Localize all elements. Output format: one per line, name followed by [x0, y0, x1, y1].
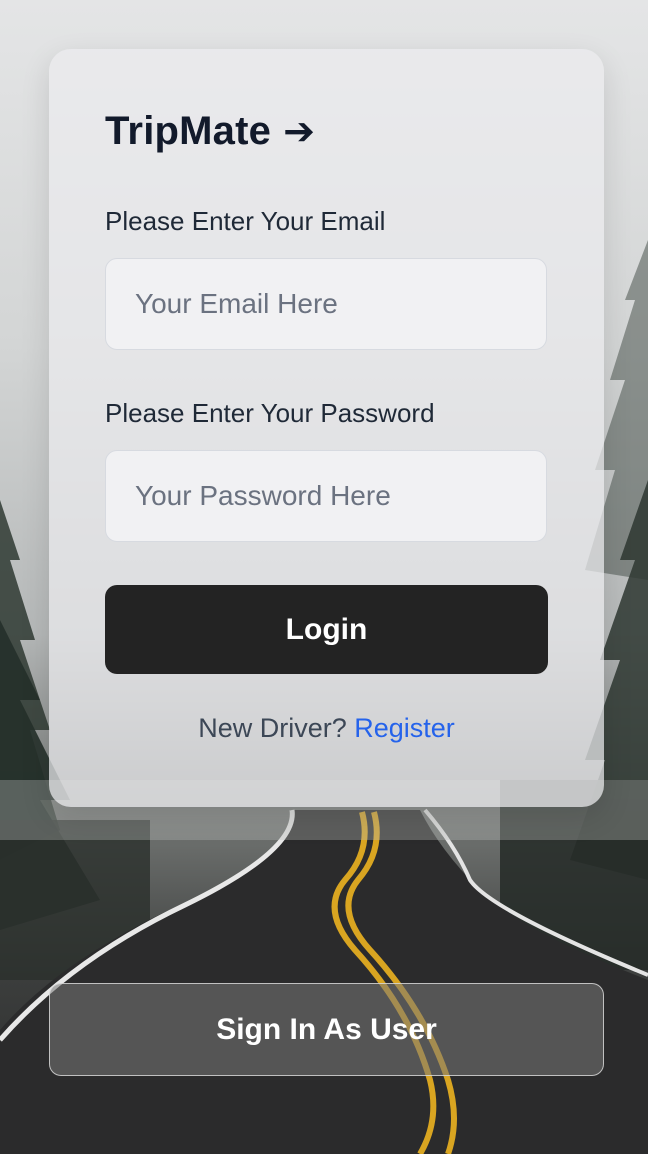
password-placeholder: Your Password Here	[135, 480, 391, 511]
login-card: TripMate ➔ Please Enter Your Email Your …	[49, 49, 604, 807]
email-field[interactable]: Your Email Here	[105, 258, 547, 350]
register-prompt-line: New Driver? Register	[49, 713, 604, 744]
login-button[interactable]: Login	[105, 585, 548, 674]
password-label: Please Enter Your Password	[105, 398, 435, 428]
email-label: Please Enter Your Email	[105, 206, 386, 236]
brand-title: TripMate ➔	[105, 109, 315, 154]
brand-name: TripMate	[105, 109, 272, 153]
register-prompt-text: New Driver?	[198, 713, 347, 743]
register-link[interactable]: Register	[354, 713, 455, 743]
password-field[interactable]: Your Password Here	[105, 450, 547, 542]
sign-in-as-user-button[interactable]: Sign In As User	[49, 983, 604, 1076]
email-placeholder: Your Email Here	[135, 288, 338, 319]
arrow-right-icon: ➔	[283, 111, 316, 153]
